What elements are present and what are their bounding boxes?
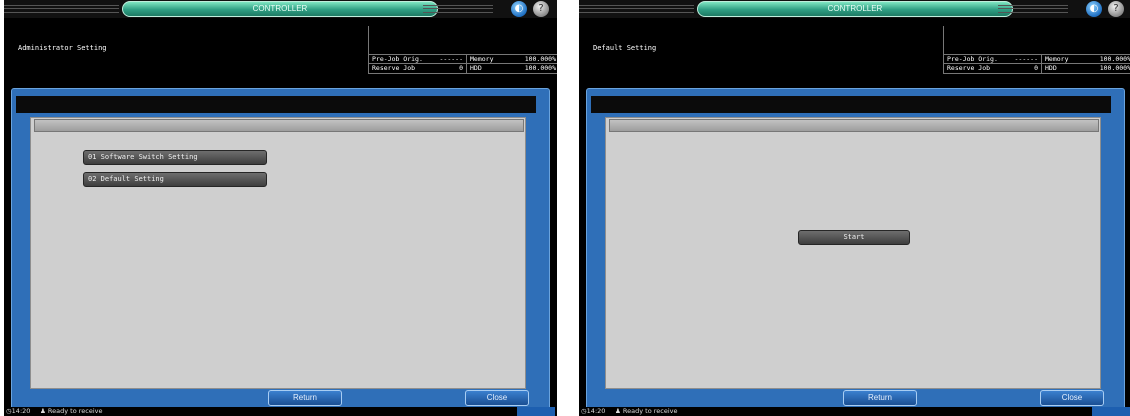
help-icon[interactable]: ? bbox=[533, 1, 549, 17]
status-value: 0 bbox=[459, 64, 463, 72]
help-icon[interactable]: ? bbox=[1108, 1, 1124, 17]
status-value: 100.000% bbox=[1099, 55, 1130, 63]
screen-administrator-setting: CONTROLLER ◐ ? Administrator Setting Pre… bbox=[4, 0, 557, 416]
title-bar: CONTROLLER ◐ ? bbox=[4, 0, 557, 18]
title-bar-lines bbox=[998, 5, 1068, 13]
status-value: ------ bbox=[1014, 55, 1038, 63]
status-row: Pre-Job Orig. ------ Memory 100.000% bbox=[369, 54, 557, 64]
software-switch-setting-button[interactable]: 01 Software Switch Setting bbox=[83, 150, 267, 165]
clock-time: ◷14:20 bbox=[581, 407, 606, 415]
content-header-bar bbox=[609, 119, 1099, 132]
status-panel: Pre-Job Orig. ------ Memory 100.000% Res… bbox=[368, 26, 557, 74]
default-setting-button[interactable]: 02 Default Setting bbox=[83, 172, 267, 187]
page-title: Default Setting bbox=[593, 44, 657, 52]
status-label: Reserve Job bbox=[372, 64, 416, 72]
status-value: ------ bbox=[439, 55, 463, 63]
status-value: 100.000% bbox=[524, 55, 556, 63]
footer-badge[interactable] bbox=[517, 407, 555, 416]
clock-time: ◷14:20 bbox=[6, 407, 31, 415]
title-bar-lines bbox=[579, 5, 694, 13]
status-value: 100.000% bbox=[524, 64, 556, 72]
title-bar-lines bbox=[4, 5, 119, 13]
page-title: Administrator Setting bbox=[18, 44, 107, 52]
status-footer: ◷14:20 ♟ Ready to receive bbox=[579, 407, 1130, 416]
screen-default-setting: CONTROLLER ◐ ? Default Setting Pre-Job O… bbox=[579, 0, 1130, 416]
title-bar-lines bbox=[423, 5, 493, 13]
content-header-bar bbox=[34, 119, 524, 132]
person-icon: ♟ bbox=[615, 407, 621, 415]
person-icon: ♟ bbox=[40, 407, 46, 415]
status-label: HDD bbox=[466, 64, 482, 73]
status-label: Memory bbox=[1041, 55, 1068, 64]
status-row: Reserve Job 0 HDD 100.000% bbox=[369, 64, 557, 74]
status-panel: Pre-Job Orig. ------ Memory 100.000% Res… bbox=[943, 26, 1130, 74]
status-value: 0 bbox=[1034, 64, 1038, 72]
return-button[interactable]: Return bbox=[268, 390, 342, 406]
content-area bbox=[605, 117, 1101, 389]
status-label: Memory bbox=[466, 55, 493, 64]
status-label: Reserve Job bbox=[947, 64, 991, 72]
start-button[interactable]: Start bbox=[798, 230, 910, 245]
receive-status: ♟ Ready to receive bbox=[40, 407, 103, 415]
controller-title: CONTROLLER bbox=[697, 1, 1013, 17]
status-footer: ◷14:20 ♟ Ready to receive bbox=[4, 407, 557, 416]
status-value: 100.000% bbox=[1099, 64, 1130, 72]
status-row: Reserve Job 0 HDD 100.000% bbox=[944, 64, 1130, 74]
status-label: HDD bbox=[1041, 64, 1057, 73]
status-label: Pre-Job Orig. bbox=[372, 55, 423, 63]
status-row: Pre-Job Orig. ------ Memory 100.000% bbox=[944, 54, 1130, 64]
globe-icon[interactable]: ◐ bbox=[1086, 1, 1102, 17]
panel-header-bar bbox=[16, 96, 536, 113]
receive-status: ♟ Ready to receive bbox=[615, 407, 678, 415]
panel-header-bar bbox=[591, 96, 1111, 113]
close-button[interactable]: Close bbox=[1040, 390, 1104, 406]
close-button[interactable]: Close bbox=[465, 390, 529, 406]
globe-icon[interactable]: ◐ bbox=[511, 1, 527, 17]
status-label: Pre-Job Orig. bbox=[947, 55, 998, 63]
title-bar: CONTROLLER ◐ ? bbox=[579, 0, 1130, 18]
controller-title: CONTROLLER bbox=[122, 1, 438, 17]
footer-badge[interactable] bbox=[1092, 407, 1130, 416]
return-button[interactable]: Return bbox=[843, 390, 917, 406]
